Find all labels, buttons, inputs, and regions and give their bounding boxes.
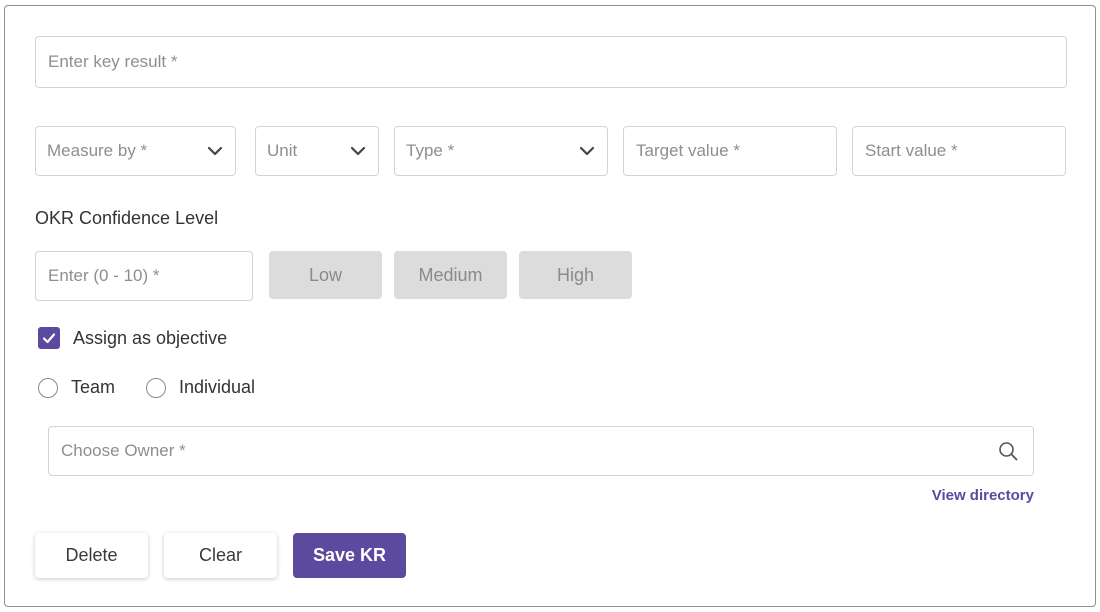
chevron-down-icon [207,146,223,156]
checkmark-icon [42,333,56,344]
save-kr-button[interactable]: Save KR [293,533,406,578]
team-radio[interactable] [38,377,58,398]
assign-objective-row[interactable]: Assign as objective [38,327,227,349]
key-result-input[interactable] [36,37,1066,87]
confidence-high-button[interactable]: High [519,251,632,299]
choose-owner-field[interactable] [48,426,1034,476]
individual-radio-label: Individual [179,377,256,397]
view-directory-link[interactable]: View directory [932,487,1034,504]
unit-placeholder: Unit [267,141,298,160]
start-value-input[interactable] [853,127,1065,175]
clear-button[interactable]: Clear [164,533,277,578]
key-result-field[interactable] [35,36,1067,88]
type-select[interactable]: Type * [394,126,608,176]
key-result-form-card [4,5,1096,607]
team-radio-option[interactable]: Team [38,377,115,398]
type-placeholder: Type * [406,141,455,160]
individual-radio-option[interactable]: Individual [146,377,255,398]
assign-objective-checkbox[interactable] [38,327,60,349]
assign-objective-label: Assign as objective [73,327,228,348]
team-radio-label: Team [71,377,116,397]
delete-button[interactable]: Delete [35,533,148,578]
chevron-down-icon [350,146,366,156]
confidence-input[interactable] [36,252,252,300]
confidence-low-button[interactable]: Low [269,251,382,299]
measure-by-select[interactable]: Measure by * [35,126,236,176]
measure-by-placeholder: Measure by * [47,141,148,160]
target-value-input[interactable] [624,127,836,175]
search-icon[interactable] [998,441,1018,461]
start-value-field[interactable] [852,126,1066,176]
unit-select[interactable]: Unit [255,126,379,176]
confidence-level-label: OKR Confidence Level [35,208,219,228]
choose-owner-input[interactable] [49,427,1033,475]
confidence-input-field[interactable] [35,251,253,301]
confidence-medium-button[interactable]: Medium [394,251,507,299]
choose-owner-search[interactable] [48,426,1034,476]
target-value-field[interactable] [623,126,837,176]
individual-radio[interactable] [146,377,166,398]
chevron-down-icon [579,146,595,156]
